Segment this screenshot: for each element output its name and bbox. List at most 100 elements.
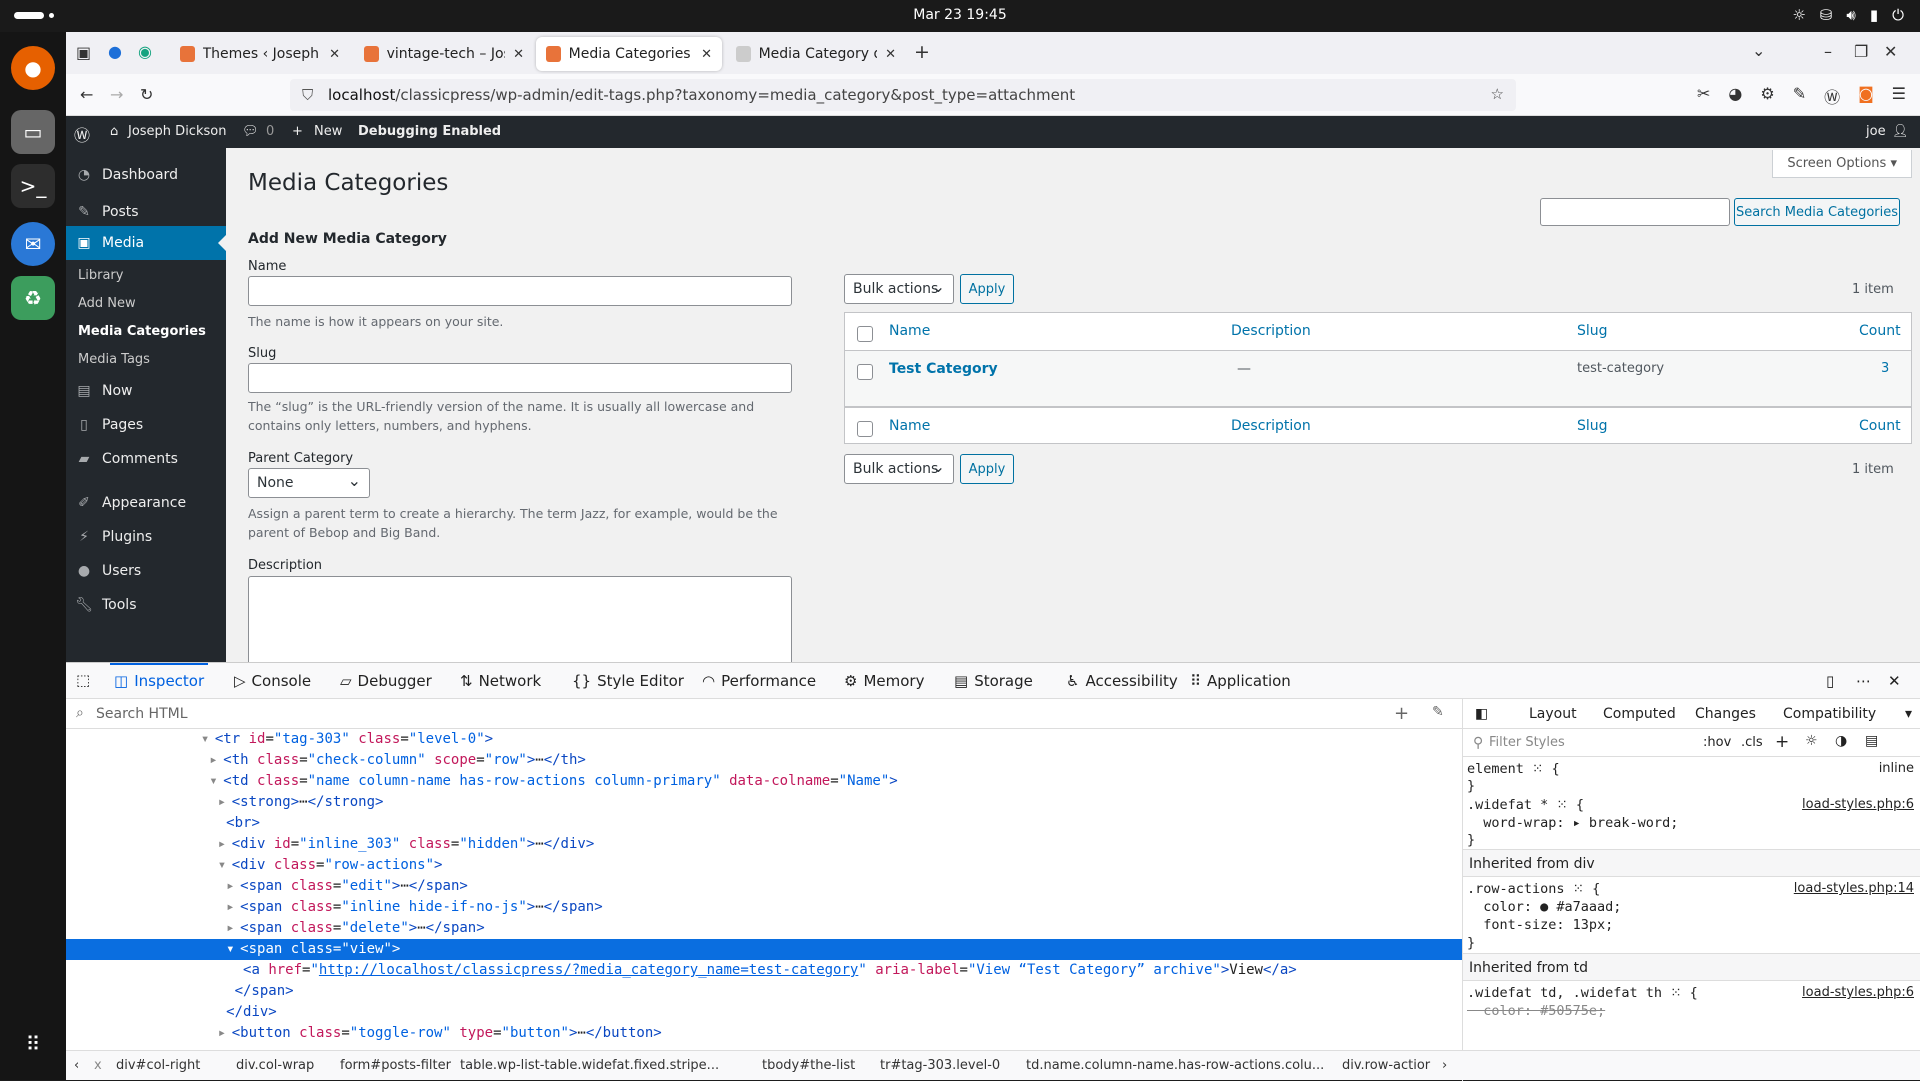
sidebar-item-dashboard[interactable]: ◔ Dashboard <box>66 158 226 192</box>
node-div-inline[interactable]: ▸ <div id="inline_303" class="hidden">⋯</… <box>66 834 1462 855</box>
node-span-edit[interactable]: ▸ <span class="edit">⋯</span> <box>66 876 1462 897</box>
back-icon[interactable]: ← <box>80 85 93 104</box>
plus-icon[interactable]: + <box>292 124 303 139</box>
node-th[interactable]: ▸ <th class="check-column" scope="row">⋯<… <box>66 750 1462 771</box>
profile-icon[interactable]: ◕ <box>1728 84 1742 108</box>
tab-themes[interactable]: Themes ‹ Joseph Dickson ✕ <box>170 37 350 71</box>
bookmark-star-icon[interactable]: ☆ <box>1491 85 1504 103</box>
dock-side-icon[interactable]: ▯ <box>1826 672 1834 690</box>
node-a[interactable]: <a href="http://localhost/classicpress/?… <box>66 960 1462 981</box>
col-description[interactable]: Description <box>1231 323 1311 339</box>
tab-accessibility[interactable]: ♿︎ Accessibility <box>1066 672 1178 690</box>
tab-vintage-tech[interactable]: vintage-tech – Joseph Dic ✕ <box>354 37 534 71</box>
slug-field[interactable] <box>248 363 792 393</box>
rule-row-actions[interactable]: .row-actions ⁙ { <box>1467 881 1600 897</box>
chevron-right-icon[interactable]: › <box>1442 1058 1447 1073</box>
category-name-link[interactable]: Test Category <box>889 361 998 377</box>
user-account[interactable]: joe <box>1866 124 1886 139</box>
wp-logo-icon[interactable]: Ⓦ <box>74 122 90 146</box>
node-tr[interactable]: ▾ <tr id="tag-303" class="level-0"> <box>66 729 1462 750</box>
sidebar-item-comments[interactable]: ▰ Comments <box>66 442 226 476</box>
close-tab-icon[interactable]: ✕ <box>701 47 712 62</box>
apply-button-top[interactable]: Apply <box>960 274 1014 304</box>
thunderbird-icon[interactable]: ✉ <box>11 222 55 266</box>
site-name[interactable]: Joseph Dickson <box>128 124 226 139</box>
description-field[interactable] <box>248 576 792 662</box>
menu-icon[interactable]: ☰ <box>1892 84 1906 108</box>
restore-icon[interactable]: ❐ <box>1854 42 1868 61</box>
submenu-add-new[interactable]: Add New <box>78 296 136 311</box>
filter-styles-input[interactable]: Filter Styles <box>1489 735 1565 750</box>
tab-layout[interactable]: Layout <box>1529 706 1577 722</box>
show-apps-icon[interactable]: ⠿ <box>11 1022 55 1066</box>
submenu-media-tags[interactable]: Media Tags <box>78 352 150 367</box>
firefox-icon[interactable]: ● <box>11 46 55 90</box>
shield-icon[interactable]: ⛉ <box>302 86 313 104</box>
tab-computed[interactable]: Computed <box>1603 706 1676 722</box>
crumb[interactable]: div.col-wrap <box>236 1058 314 1073</box>
rule-widefat-td[interactable]: .widefat td, .widefat th ⁙ { <box>1467 985 1698 1001</box>
tab-media-categories[interactable]: Media Categories ‹ Joseph ✕ <box>536 37 722 71</box>
new-tab-icon[interactable]: + <box>914 41 930 63</box>
crumb[interactable]: div#col-right <box>116 1058 200 1073</box>
cls-toggle[interactable]: .cls <box>1741 735 1763 750</box>
node-span-view-selected[interactable]: ▾ <span class="view"> <box>66 939 1462 960</box>
rule-widefat[interactable]: .widefat * ⁙ { <box>1467 797 1584 813</box>
tab-network[interactable]: ⇅ Network <box>460 672 541 690</box>
rule-widefat-td-source[interactable]: load-styles.php:6 <box>1802 985 1914 1000</box>
crumb[interactable]: tbody#the-list <box>762 1058 855 1073</box>
search-button[interactable]: Search Media Categories <box>1734 198 1900 226</box>
close-window-icon[interactable]: ✕ <box>1884 42 1897 61</box>
close-tab-icon[interactable]: ✕ <box>885 47 896 62</box>
files-icon[interactable]: ▭ <box>11 110 55 154</box>
pinned-tab-icon[interactable]: ● <box>108 42 122 61</box>
rule-element[interactable]: element ⁙ { <box>1467 761 1560 777</box>
col-description-foot[interactable]: Description <box>1231 418 1311 434</box>
forward-icon[interactable]: → <box>110 85 123 104</box>
node-td[interactable]: ▾ <td class="name column-name has-row-act… <box>66 771 1462 792</box>
tab-performance[interactable]: ◠ Performance <box>702 672 816 690</box>
wordpress-icon[interactable]: Ⓦ <box>1824 84 1840 108</box>
comments-count[interactable]: 0 <box>266 124 274 139</box>
prop-color[interactable]: color: ● #a7aaad; <box>1467 899 1621 915</box>
close-tab-icon[interactable]: ✕ <box>513 47 524 62</box>
bulk-actions-bottom[interactable]: Bulk actions <box>844 454 954 484</box>
tab-console[interactable]: ▷ Console <box>234 672 311 690</box>
tab-media-category-issue[interactable]: Media Category doesn't c ✕ <box>726 37 906 71</box>
rss-icon[interactable]: ◙ <box>1858 84 1874 108</box>
parent-select[interactable]: None <box>248 468 370 498</box>
screen-options-button[interactable]: Screen Options ▾ <box>1772 150 1912 178</box>
col-slug-foot[interactable]: Slug <box>1577 418 1608 434</box>
rule-widefat-source[interactable]: load-styles.php:6 <box>1802 797 1914 812</box>
print-icon[interactable]: ▤ <box>1865 733 1878 749</box>
light-mode-icon[interactable]: ☼ <box>1805 733 1818 749</box>
node-span-delete[interactable]: ▸ <span class="delete">⋯</span> <box>66 918 1462 939</box>
extensions-icon[interactable]: ⚙ <box>1760 84 1774 108</box>
list-tabs-icon[interactable]: ⌄ <box>1752 41 1765 60</box>
bulk-actions-top[interactable]: Bulk actions <box>844 274 954 304</box>
add-node-icon[interactable]: + <box>1394 703 1409 724</box>
row-checkbox[interactable] <box>857 364 873 380</box>
tab-memory[interactable]: ⚙ Memory <box>844 672 924 690</box>
system-tray[interactable]: ☼ ⛁ 🔊︎ ▮ ⏻ <box>1792 6 1904 24</box>
grammarly-icon[interactable]: ◉ <box>138 42 152 61</box>
trash-icon[interactable]: ♻ <box>11 276 55 320</box>
prop-word-wrap[interactable]: word-wrap: ▸ break-word; <box>1467 815 1678 831</box>
sidebar-item-plugins[interactable]: ⚡ Plugins <box>66 520 226 554</box>
crumb[interactable]: table.wp-list-table.widefat.fixed.stripe… <box>460 1058 719 1073</box>
crumb[interactable]: td.name.column-name.has-row-actions.colu… <box>1026 1058 1324 1073</box>
tab-overview-icon[interactable]: ▣ <box>76 43 91 62</box>
sidebar-item-posts[interactable]: ✎ Posts <box>66 195 226 229</box>
submenu-library[interactable]: Library <box>78 268 123 283</box>
tab-compatibility[interactable]: Compatibility <box>1783 706 1876 722</box>
avatar[interactable]: 👤︎ <box>1892 124 1909 139</box>
prop-color-overridden[interactable]: color: #50575e; <box>1467 1003 1605 1019</box>
node-button[interactable]: ▸ <button class="toggle-row" type="button… <box>66 1023 1462 1044</box>
select-all-checkbox[interactable] <box>857 326 873 342</box>
search-input[interactable] <box>1540 198 1730 226</box>
tab-style-editor[interactable]: {} Style Editor <box>572 672 684 690</box>
home-icon[interactable]: ⌂ <box>110 124 118 139</box>
rule-row-actions-source[interactable]: load-styles.php:14 <box>1794 881 1914 896</box>
tab-storage[interactable]: ▤ Storage <box>954 672 1033 690</box>
terminal-icon[interactable]: >_ <box>11 164 55 208</box>
